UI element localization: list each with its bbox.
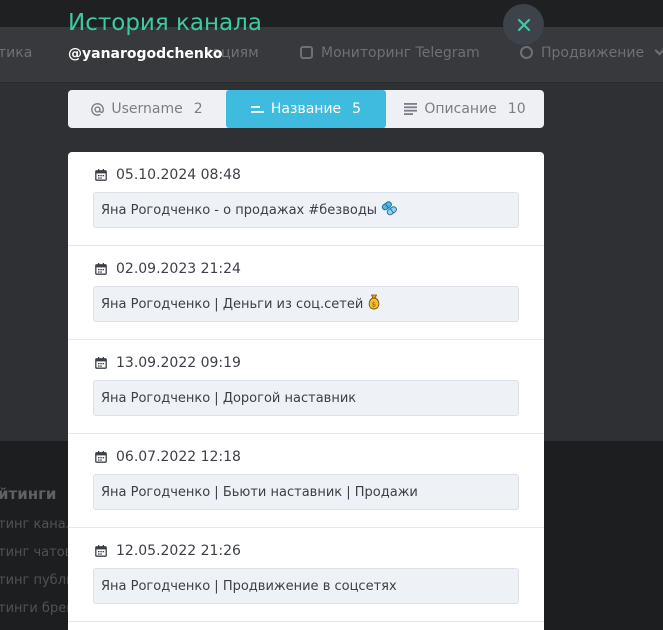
tab-name[interactable]: Название 5 <box>226 90 386 128</box>
nav-item-analytics[interactable]: тика <box>0 45 32 61</box>
history-value-text: Яна Рогодченко - о продажах #безводы <box>101 202 378 218</box>
history-value-text: Яна Рогодченко | Продвижение в соцсетях <box>101 578 397 594</box>
list-item: 06.07.2022 12:18 Яна Рогодченко | Бьюти … <box>68 434 544 528</box>
footer-title: йтинги <box>0 485 57 503</box>
lines-icon <box>250 104 264 115</box>
footer-link[interactable]: тинг публи <box>0 573 74 588</box>
monitor-icon <box>300 46 313 59</box>
history-date: 13.09.2022 09:19 <box>93 354 519 372</box>
tab-description-label: Описание <box>424 101 497 117</box>
history-date: 12.05.2022 21:26 <box>93 542 519 560</box>
history-value-text: Яна Рогодченко | Бьюти наставник | Прода… <box>101 484 418 500</box>
history-value: Яна Рогодченко | Бьюти наставник | Прода… <box>93 474 519 510</box>
history-date: 02.09.2023 21:24 <box>93 260 519 278</box>
tab-description[interactable]: Описание 10 <box>386 90 544 128</box>
chevron-down-icon <box>654 45 663 56</box>
pills-icon <box>381 200 398 220</box>
history-value: Яна Рогодченко - о продажах #безводы <box>93 192 519 228</box>
calendar-icon <box>95 451 107 463</box>
close-icon <box>517 18 530 31</box>
list-item: 05.10.2024 08:48 Яна Рогодченко - о прод… <box>68 152 544 246</box>
calendar-icon <box>95 545 107 557</box>
tab-name-label: Название <box>270 101 342 117</box>
modal-title: История канала <box>68 10 262 36</box>
svg-text:$: $ <box>372 301 376 309</box>
history-date-text: 06.07.2022 12:18 <box>116 449 241 465</box>
footer-link[interactable]: тинг канал <box>0 517 74 532</box>
channel-username: @yanarogodchenko <box>68 46 223 62</box>
tab-username[interactable]: Username 2 <box>68 90 226 128</box>
money-bag-icon: $ <box>367 294 381 314</box>
tab-description-count: 10 <box>507 101 526 117</box>
tab-username-count: 2 <box>193 101 203 117</box>
footer-link[interactable]: тинги брен <box>0 601 75 616</box>
history-tabs: Username 2 Название 5 Описание 10 <box>68 90 544 128</box>
list-item: 02.09.2023 21:24 Яна Рогодченко | Деньги… <box>68 246 544 340</box>
history-value-text: Яна Рогодченко | Дорогой наставник <box>101 390 357 406</box>
footer-link[interactable]: тинг чатов <box>0 545 72 560</box>
calendar-icon <box>95 357 107 369</box>
history-date-text: 02.09.2023 21:24 <box>116 261 241 277</box>
nav-item-promotion[interactable]: Продвижение <box>520 45 663 61</box>
nav-item-telegram-monitoring[interactable]: Мониторинг Telegram <box>300 45 480 61</box>
history-value: Яна Рогодченко | Деньги из соц.сетей $ <box>93 286 519 322</box>
text-lines-icon <box>404 103 418 115</box>
calendar-icon <box>95 169 107 181</box>
history-date-text: 12.05.2022 21:26 <box>116 543 241 559</box>
history-list[interactable]: 05.10.2024 08:48 Яна Рогодченко - о прод… <box>68 152 544 630</box>
at-icon <box>91 102 105 116</box>
history-date-text: 13.09.2022 09:19 <box>116 355 241 371</box>
history-value-text: Яна Рогодченко | Деньги из соц.сетей <box>101 296 364 312</box>
tab-name-count: 5 <box>352 101 362 117</box>
list-item: 13.09.2022 09:19 Яна Рогодченко | Дорого… <box>68 340 544 434</box>
rocket-icon <box>520 46 533 59</box>
history-value: Яна Рогодченко | Продвижение в соцсетях <box>93 568 519 604</box>
history-date-text: 05.10.2024 08:48 <box>116 167 241 183</box>
history-value: Яна Рогодченко | Дорогой наставник <box>93 380 519 416</box>
calendar-icon <box>95 263 107 275</box>
close-button[interactable] <box>503 4 544 45</box>
history-date: 05.10.2024 08:48 <box>93 166 519 184</box>
list-item: 12.05.2022 21:26 Яна Рогодченко | Продви… <box>68 528 544 622</box>
history-date: 06.07.2022 12:18 <box>93 448 519 466</box>
tab-username-label: Username <box>111 101 183 117</box>
